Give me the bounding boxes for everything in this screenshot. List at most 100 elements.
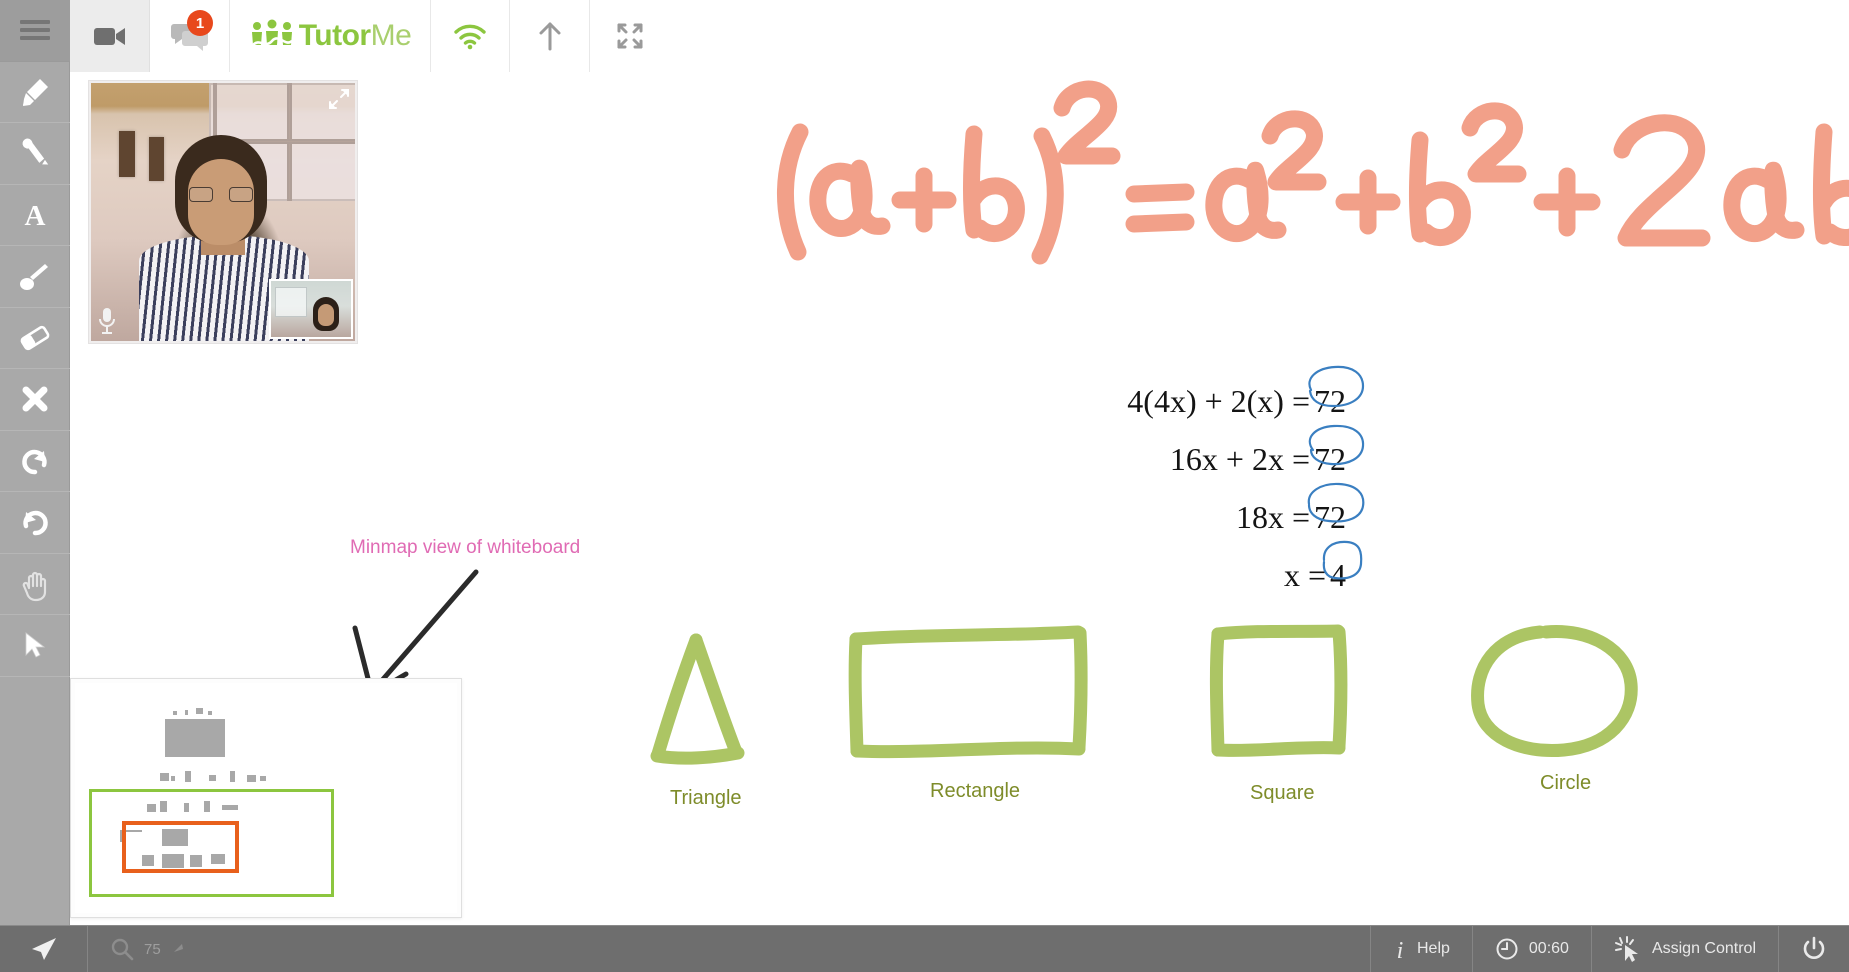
clock-icon: [1496, 938, 1518, 960]
microphone-icon[interactable]: [96, 306, 118, 336]
bottom-status-bar: 75 i Help 00:60 Assign Control: [0, 925, 1849, 972]
equation-row: 4(4x) + 2(x) = 72: [1000, 365, 1365, 430]
equation-answer-wrap: 72: [1307, 482, 1365, 546]
minimap-mark: [247, 775, 256, 782]
power-icon: [1803, 936, 1825, 959]
minimap-mark: [185, 710, 188, 715]
rectangle-shape: [848, 625, 1088, 759]
circle-shape: [1471, 625, 1638, 758]
zoom-level-value: 75: [144, 940, 161, 958]
minimap-mark: [222, 805, 238, 810]
tool-redo[interactable]: [0, 492, 70, 554]
equation-lhs: 18x =: [1235, 499, 1310, 535]
equation-answer: 72: [1314, 499, 1346, 535]
equation-list: 4(4x) + 2(x) = 72 16x + 2x = 72 18x = 72 x …: [1000, 365, 1365, 604]
shape-label-square: Square: [1250, 782, 1315, 804]
close-x-icon: [22, 386, 48, 412]
minimap-video-thumb: [165, 719, 225, 757]
equation-answer-wrap: 72: [1308, 365, 1365, 430]
equation-answer: 4: [1330, 557, 1346, 593]
shape-label-triangle: Triangle: [670, 787, 742, 809]
magnifier-icon: [111, 938, 134, 961]
video-panel[interactable]: [88, 80, 358, 344]
minimap-mark: [160, 801, 167, 812]
minimap-mark: [184, 803, 189, 812]
equation-answer-wrap: 72: [1308, 424, 1365, 488]
sidebar-menu-button[interactable]: [0, 0, 70, 62]
tool-undo[interactable]: [0, 431, 70, 492]
minimap-mark: [171, 776, 175, 781]
equation-answer: 72: [1314, 441, 1346, 477]
video-camera-icon: [93, 28, 125, 45]
minimap-mark: [260, 776, 266, 781]
minimap-content[interactable]: [75, 683, 457, 913]
minimap-mark: [211, 854, 225, 864]
video-bg-picture: [119, 131, 135, 177]
tool-eraser[interactable]: [0, 308, 70, 369]
assign-control-button[interactable]: Assign Control: [1592, 926, 1779, 972]
tool-pencil[interactable]: [0, 123, 70, 185]
minimap-mark: [209, 775, 216, 781]
session-timer[interactable]: 00:60: [1473, 926, 1592, 972]
tool-rail: A: [0, 0, 70, 925]
chat-unread-badge: 1: [187, 10, 213, 36]
minimap-mark: [147, 804, 156, 812]
minimap-mark: [160, 773, 169, 781]
tool-pan[interactable]: [0, 554, 70, 615]
upload-arrow-icon: [539, 22, 560, 51]
equation-lhs: 16x + 2x =: [1169, 441, 1310, 477]
end-session-button[interactable]: [1779, 926, 1849, 972]
minimap-viewport-outer[interactable]: [89, 789, 334, 897]
shape-label-circle: Circle: [1540, 772, 1592, 794]
pencil-icon: [22, 138, 49, 165]
tool-brush[interactable]: [0, 246, 70, 308]
top-bar-buttons: 1 TutorMe: [70, 0, 670, 72]
minimap-mark: [162, 854, 184, 868]
hand-icon: [22, 571, 47, 601]
tutorme-logo[interactable]: TutorMe: [230, 0, 430, 72]
undo-icon: [22, 449, 47, 474]
video-toggle-button[interactable]: [70, 0, 150, 72]
connection-status-button[interactable]: [430, 0, 510, 72]
pointer-tool-button[interactable]: [0, 926, 88, 972]
pointer-arrow-icon: [31, 938, 56, 960]
video-pip-feed[interactable]: [269, 279, 353, 339]
eraser-icon: [20, 325, 50, 350]
svg-text:i: i: [1397, 938, 1404, 964]
minimap-mark: [173, 711, 177, 715]
info-i-icon: i: [1397, 938, 1404, 964]
equation-row: x = 4: [1000, 540, 1363, 604]
handwritten-formula: [777, 80, 1849, 265]
minimap-annotation-label: Minmap view of whiteboard: [350, 537, 581, 558]
chevron-icon[interactable]: [171, 941, 187, 957]
tool-marker[interactable]: [0, 62, 70, 123]
pip-bg-window: [275, 287, 307, 317]
minimap-panel[interactable]: [70, 678, 462, 918]
zoom-control[interactable]: 75: [88, 926, 209, 972]
help-button[interactable]: i Help: [1370, 926, 1473, 972]
pip-person-face: [318, 304, 334, 326]
equation-answer-wrap: 4: [1322, 540, 1363, 604]
tool-text[interactable]: A: [0, 185, 70, 246]
cursor-arrow-icon: [25, 632, 46, 658]
square-shape: [1209, 624, 1348, 757]
assign-control-label: Assign Control: [1651, 940, 1756, 957]
tool-clear[interactable]: [0, 369, 70, 431]
chat-button[interactable]: 1: [150, 0, 230, 72]
expand-diagonal-icon[interactable]: [328, 88, 350, 110]
minimap-viewport-inner[interactable]: [122, 821, 239, 873]
svg-text:A: A: [25, 200, 46, 232]
minimap-mark: [230, 771, 235, 782]
tool-select[interactable]: [0, 615, 70, 677]
fullscreen-expand-icon: [617, 23, 643, 49]
video-main-feed[interactable]: [91, 83, 355, 341]
equation-lhs: 4(4x) + 2(x) =: [1127, 383, 1310, 419]
fullscreen-button[interactable]: [590, 0, 670, 72]
equation-row: 18x = 72: [1000, 482, 1365, 546]
timer-value: 00:60: [1528, 940, 1569, 957]
video-bg-picture: [149, 137, 164, 181]
video-person-glasses: [189, 187, 253, 202]
equation-answer: 72: [1314, 383, 1346, 419]
upload-button[interactable]: [510, 0, 590, 72]
minimap-mark: [190, 855, 202, 867]
